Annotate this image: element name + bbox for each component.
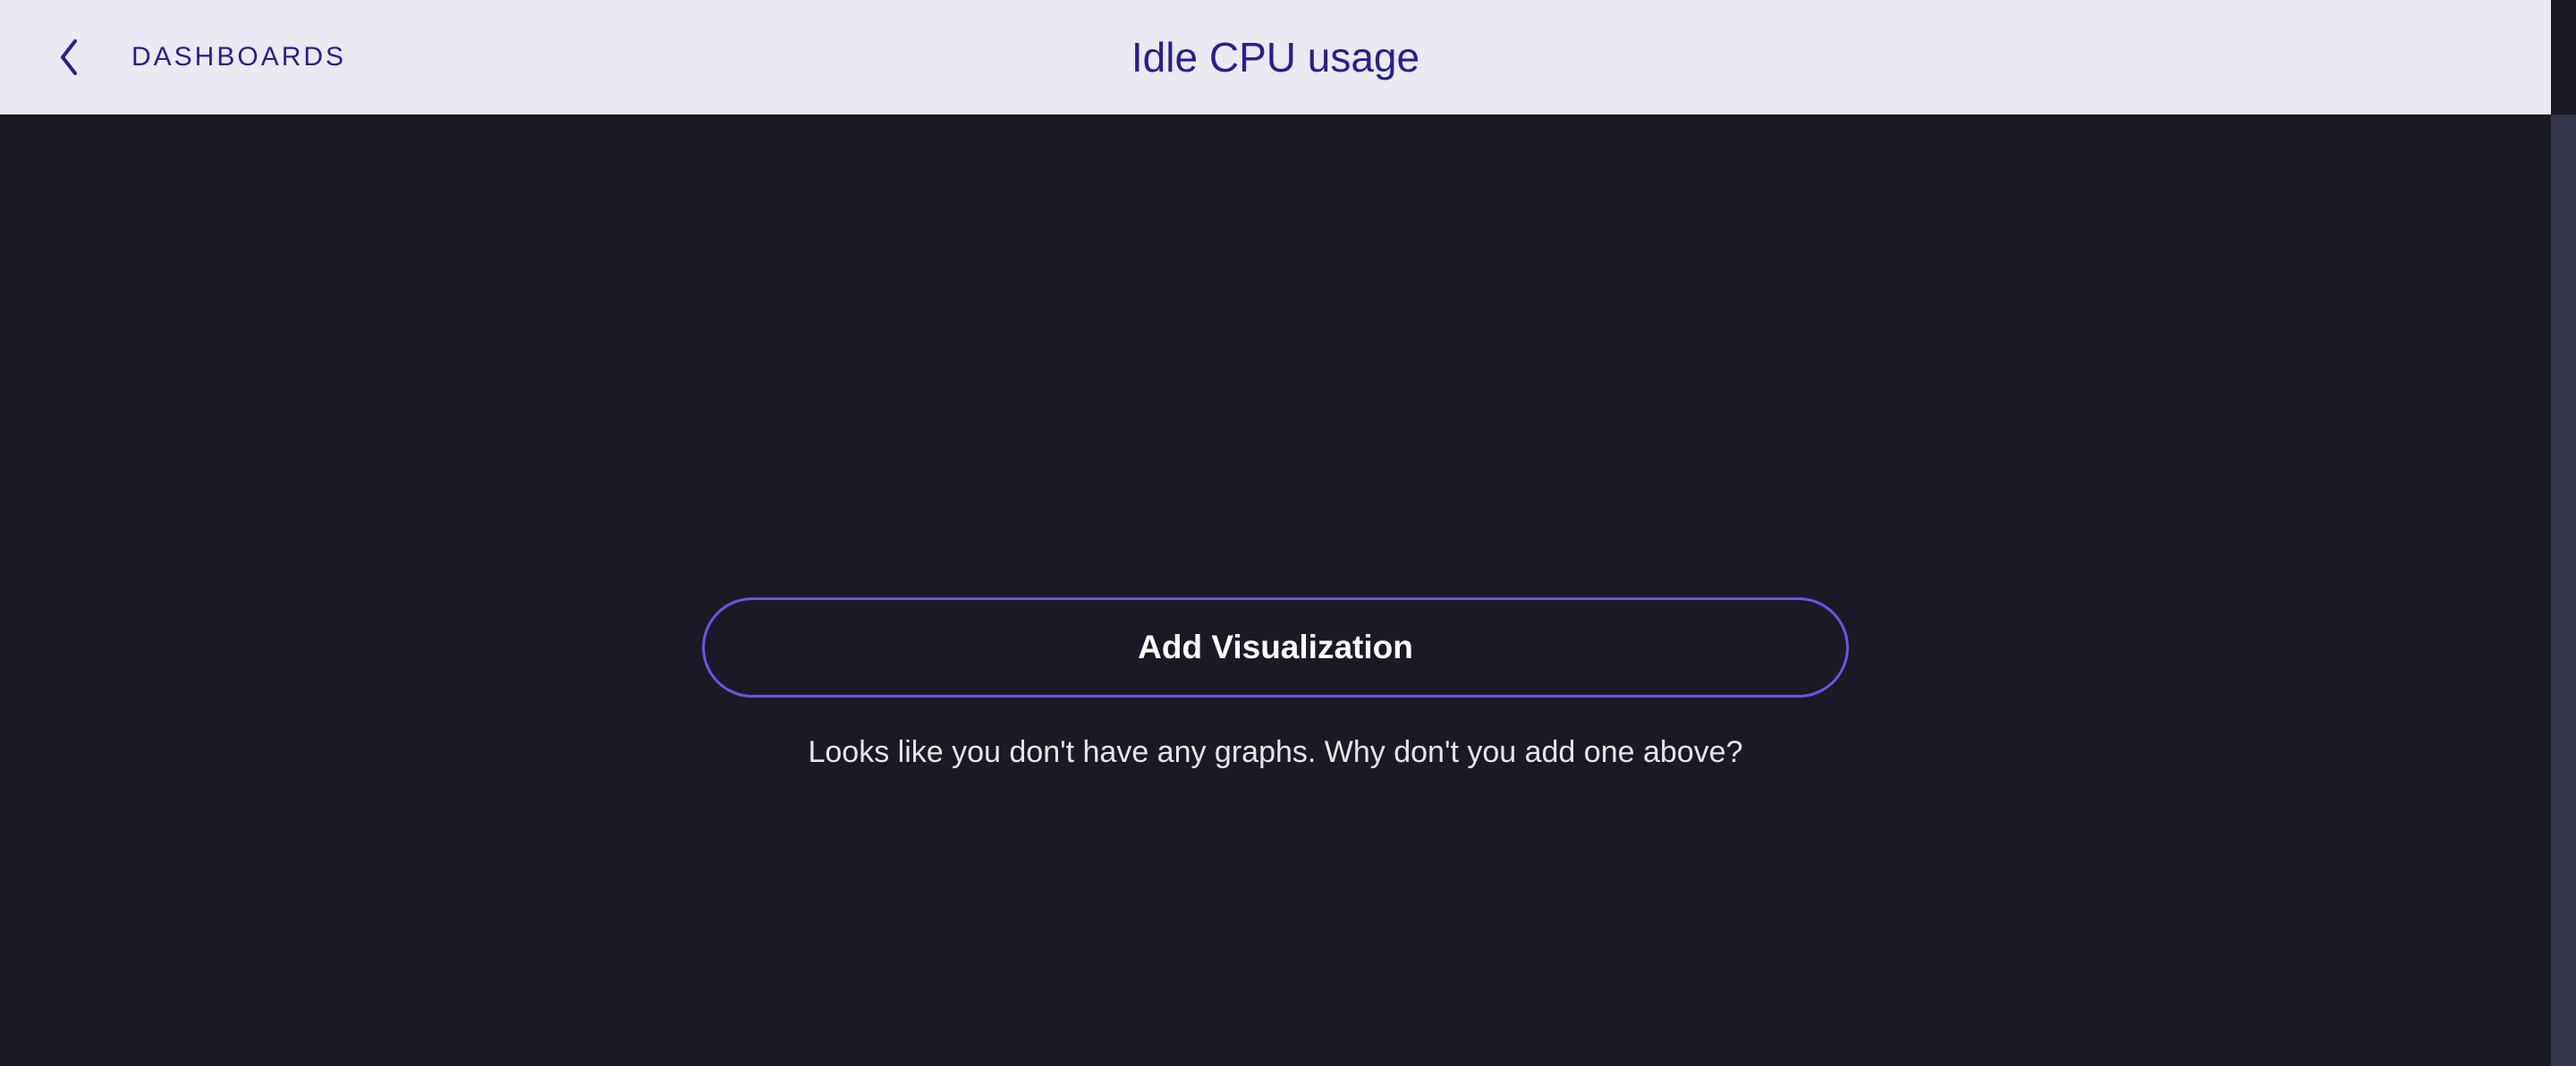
page-title: Idle CPU usage	[1131, 33, 1419, 81]
back-to-dashboards[interactable]: DASHBOARDS	[0, 38, 346, 77]
header-bar: DASHBOARDS Idle CPU usage	[0, 0, 2576, 114]
main-content: Add Visualization Looks like you don't h…	[0, 114, 2576, 1066]
add-visualization-button[interactable]: Add Visualization	[702, 597, 1849, 698]
empty-state-hint: Looks like you don't have any graphs. Wh…	[808, 735, 1742, 770]
back-label: DASHBOARDS	[131, 42, 346, 72]
chevron-left-icon	[57, 38, 82, 77]
